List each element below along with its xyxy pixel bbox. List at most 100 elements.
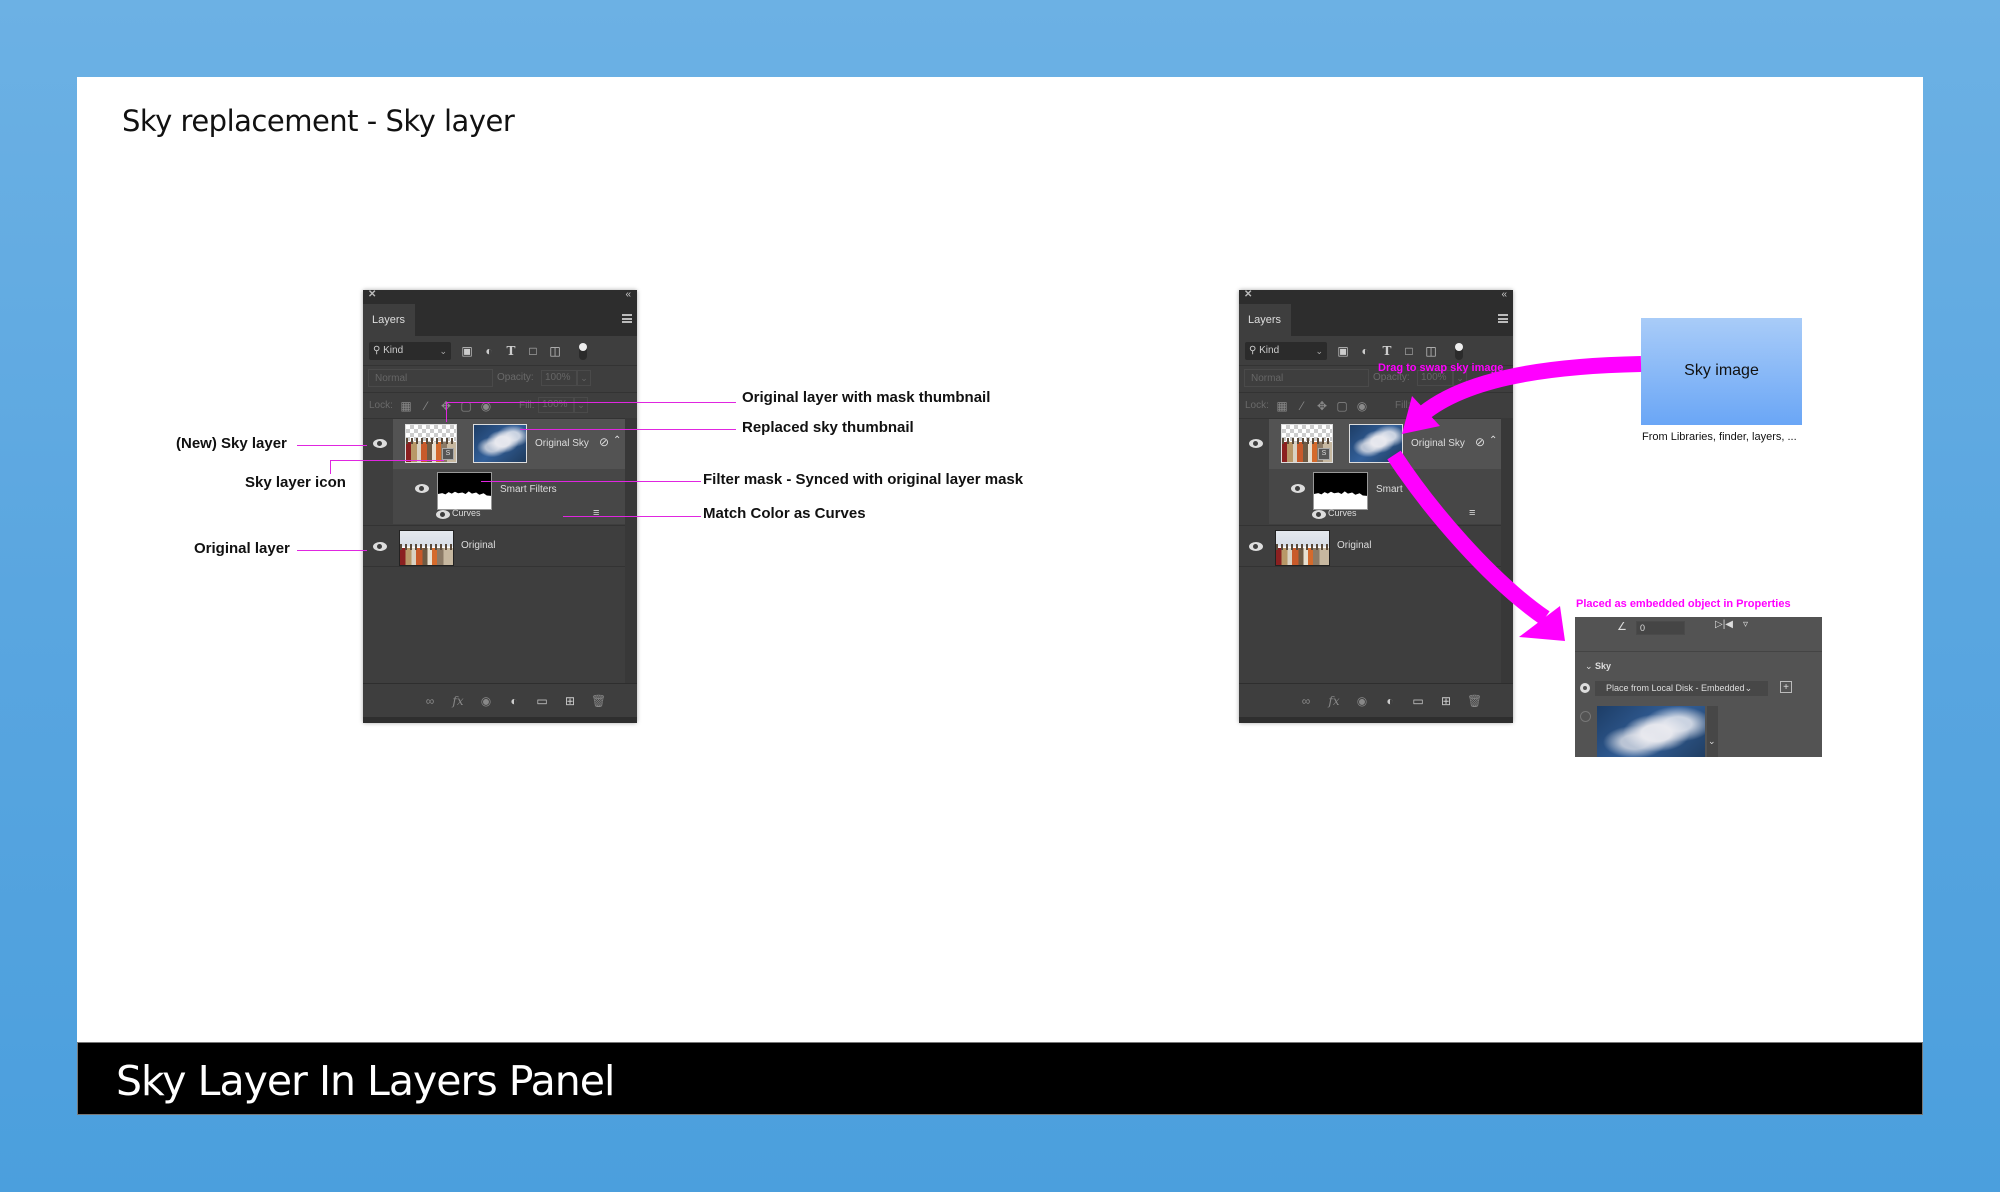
type-filter-icon[interactable]: T (504, 344, 518, 358)
close-icon[interactable]: ✕ (1244, 289, 1252, 300)
radio-preset-sky[interactable] (1580, 711, 1591, 722)
chevron-up-icon[interactable]: ⌃ (613, 435, 621, 446)
fx-icon[interactable]: fx (1327, 694, 1341, 708)
filter-options-icon[interactable]: ≡ (593, 507, 599, 519)
resize-grip[interactable] (363, 717, 637, 723)
opacity-label: Opacity: (497, 372, 534, 383)
filter-mask-thumbnail[interactable] (437, 472, 492, 510)
radio-place-from-disk[interactable] (1580, 683, 1590, 693)
tab-layers[interactable]: Layers (1239, 304, 1291, 336)
sky-thumbnail[interactable] (473, 424, 527, 463)
original-layer-thumbnail[interactable] (399, 530, 454, 566)
mask-icon[interactable]: ◉ (479, 694, 493, 708)
trash-icon[interactable]: 🗑 (591, 694, 606, 708)
close-icon[interactable]: ✕ (368, 289, 376, 300)
layer-row-original[interactable]: Original (1239, 525, 1501, 567)
curves-filter-label[interactable]: Curves (1328, 508, 1357, 518)
curves-eye-icon[interactable] (1312, 510, 1326, 519)
pixel-filter-icon[interactable]: ▣ (1336, 344, 1350, 358)
type-filter-icon[interactable]: T (1380, 344, 1394, 358)
sky-preset-dropdown[interactable]: ⌄ (1707, 706, 1718, 757)
tab-layers[interactable]: Layers (363, 304, 415, 336)
opacity-input[interactable]: 100% (541, 370, 577, 386)
link-icon[interactable]: ∞ (423, 694, 437, 708)
shape-filter-icon[interactable]: □ (526, 344, 540, 358)
sky-image-source[interactable]: Sky image (1641, 318, 1802, 425)
panel-bottom-toolbar: ∞ fx ◉ ◐ ▭ ⊞ 🗑 (1239, 683, 1513, 718)
filter-mask-thumbnail[interactable] (1313, 472, 1368, 510)
kind-filter-dropdown[interactable]: ⚲ Kind ⌄ (369, 342, 451, 360)
visibility-eye-icon[interactable] (373, 439, 387, 448)
layer-mask-thumbnail[interactable]: S (1281, 424, 1333, 463)
add-sky-button[interactable]: + (1780, 681, 1792, 693)
flip-vertical-icon[interactable]: ▿ (1743, 619, 1748, 630)
panel-menu-icon[interactable] (1498, 314, 1508, 323)
link-icon[interactable]: ∞ (1299, 694, 1313, 708)
flip-horizontal-icon[interactable]: ▷|◀ (1715, 619, 1733, 630)
filter-options-icon[interactable]: ≡ (1469, 507, 1475, 519)
visibility-eye-icon[interactable] (1249, 542, 1263, 551)
opacity-dropdown[interactable]: ⌄ (577, 370, 591, 386)
panel-tab-row: Layers (363, 304, 637, 336)
smart-filters-eye-icon[interactable] (1291, 484, 1305, 493)
layer-row-original[interactable]: Original (363, 525, 625, 567)
fill-dropdown[interactable]: ⌄ (574, 397, 588, 413)
smart-filters-eye-icon[interactable] (415, 484, 429, 493)
lock-all-icon[interactable]: ◉ (1355, 399, 1369, 413)
blend-mode-dropdown[interactable]: Normal (1244, 369, 1369, 387)
sky-section-header[interactable]: ⌄ Sky (1585, 661, 1611, 672)
pixel-filter-icon[interactable]: ▣ (460, 344, 474, 358)
filter-toggle[interactable] (1455, 343, 1463, 360)
angle-input[interactable]: 0 (1636, 621, 1685, 635)
collapse-icon[interactable]: « (1501, 289, 1507, 300)
blend-mode-dropdown[interactable]: Normal (368, 369, 493, 387)
folder-icon[interactable]: ▭ (535, 694, 549, 708)
trash-icon[interactable]: 🗑 (1467, 694, 1482, 708)
layers-scrollbar[interactable] (1501, 418, 1513, 683)
fx-icon[interactable]: fx (451, 694, 465, 708)
new-layer-icon[interactable]: ⊞ (1439, 694, 1453, 708)
sky-thumbnail[interactable] (1349, 424, 1403, 463)
curves-filter-label[interactable]: Curves (452, 508, 481, 518)
folder-icon[interactable]: ▭ (1411, 694, 1425, 708)
lock-artboard-icon[interactable]: ▢ (1335, 399, 1349, 413)
adjustment-icon[interactable]: ◐ (1383, 694, 1397, 708)
layer-name: Original Sky (1411, 438, 1465, 449)
layer-name: Original (461, 540, 496, 551)
curves-eye-icon[interactable] (436, 510, 450, 519)
panel-menu-icon[interactable] (622, 314, 632, 323)
kind-filter-dropdown[interactable]: ⚲ Kind ⌄ (1245, 342, 1327, 360)
visibility-eye-icon[interactable] (373, 542, 387, 551)
embedded-sky-thumbnail[interactable] (1597, 706, 1705, 757)
chevron-up-icon[interactable]: ⌃ (1489, 435, 1497, 446)
original-layer-thumbnail[interactable] (1275, 530, 1330, 566)
annotation-sky-layer-icon: Sky layer icon (245, 474, 346, 491)
smart-filters-row[interactable]: Smart Curves ≡ (1269, 469, 1501, 524)
resize-grip[interactable] (1239, 717, 1513, 723)
sky-source-dropdown[interactable]: Place from Local Disk - Embedded⌄ (1595, 681, 1768, 696)
visibility-eye-icon[interactable] (1249, 439, 1263, 448)
lock-transparency-icon[interactable]: ▦ (1275, 399, 1289, 413)
collapse-icon[interactable]: « (625, 289, 631, 300)
smart-object-filter-icon[interactable]: ◫ (548, 344, 562, 358)
adjustment-icon[interactable]: ◐ (507, 694, 521, 708)
smart-object-filter-icon[interactable]: ◫ (1424, 344, 1438, 358)
filter-row: ⚲ Kind ⌄ ▣ ◐ T □ ◫ (363, 336, 637, 364)
layers-scrollbar[interactable] (625, 418, 637, 683)
lock-transparency-icon[interactable]: ▦ (399, 399, 413, 413)
layers-list: S Original Sky ⊘ ⌃ Smart Curves ≡ Origin… (1239, 418, 1501, 684)
filter-toggle[interactable] (579, 343, 587, 360)
lock-position-icon[interactable]: ✥ (1315, 399, 1329, 413)
fill-input[interactable]: 100% (538, 397, 574, 413)
lock-paint-icon[interactable]: ⁄ (419, 399, 433, 413)
adjustment-filter-icon[interactable]: ◐ (1358, 344, 1372, 358)
lock-paint-icon[interactable]: ⁄ (1295, 399, 1309, 413)
panel-bottom-toolbar: ∞ fx ◉ ◐ ▭ ⊞ 🗑 (363, 683, 637, 718)
new-layer-icon[interactable]: ⊞ (563, 694, 577, 708)
layer-mask-thumbnail[interactable]: S (405, 424, 457, 463)
shape-filter-icon[interactable]: □ (1402, 344, 1416, 358)
adjustment-filter-icon[interactable]: ◐ (482, 344, 496, 358)
layer-row-sky[interactable]: S Original Sky ⊘ ⌃ (363, 419, 625, 469)
mask-icon[interactable]: ◉ (1355, 694, 1369, 708)
layer-row-sky[interactable]: S Original Sky ⊘ ⌃ (1239, 419, 1501, 469)
